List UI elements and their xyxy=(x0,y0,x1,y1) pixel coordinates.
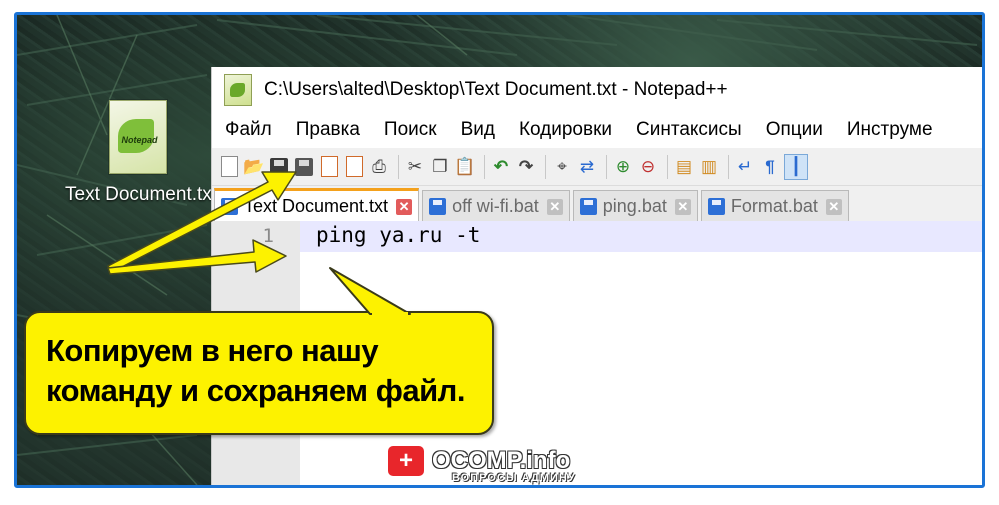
word-wrap-icon[interactable]: ↵ xyxy=(734,155,756,179)
close-all-icon[interactable] xyxy=(343,155,365,179)
file-disk-icon xyxy=(707,198,725,215)
file-disk-icon xyxy=(221,198,238,215)
tab-label: Text Document.txt xyxy=(244,196,389,216)
print-icon[interactable]: ⎙ xyxy=(368,155,390,179)
desktop-file-label: Text Document.txt xyxy=(65,184,218,205)
tab-ping[interactable]: ping.bat ✕ xyxy=(572,190,698,222)
title-bar: C:\Users\alted\Desktop\Text Document.txt… xyxy=(212,67,982,112)
close-tab-icon[interactable]: ✕ xyxy=(396,198,413,215)
watermark-brand: OCOMP.info xyxy=(432,447,571,474)
toolbar-separator xyxy=(667,154,668,179)
menu-settings[interactable]: Опции xyxy=(766,119,823,141)
ocomp-watermark: + OCOMP.info ВОПРОСЫ АДМИНУ xyxy=(388,446,575,484)
menu-encoding[interactable]: Кодировки xyxy=(519,119,612,141)
watermark-subtitle: ВОПРОСЫ АДМИНУ xyxy=(452,472,576,484)
sync-vertical-icon[interactable]: ▤ xyxy=(673,155,695,179)
paste-icon[interactable]: 📋 xyxy=(454,155,476,179)
tab-label: off wi-fi.bat xyxy=(452,196,539,216)
desktop-file-icon[interactable]: Notepad Text Document.txt xyxy=(65,100,218,209)
zoom-in-icon[interactable]: ⊕ xyxy=(612,155,634,179)
code-line[interactable]: ping ya.ru -t xyxy=(316,223,480,247)
cut-icon[interactable]: ✂ xyxy=(404,155,426,179)
tab-label: ping.bat xyxy=(602,196,667,216)
tab-format[interactable]: Format.bat ✕ xyxy=(700,190,849,222)
redo-icon[interactable]: ↷ xyxy=(515,155,537,179)
toolbar-separator xyxy=(398,154,399,179)
zoom-out-icon[interactable]: ⊖ xyxy=(637,155,659,179)
toolbar-separator xyxy=(606,154,607,179)
tab-bar: Text Document.txt ✕ off wi-fi.bat ✕ ping… xyxy=(212,186,982,222)
undo-icon[interactable]: ↶ xyxy=(490,155,512,179)
menu-file[interactable]: Файл xyxy=(225,119,272,141)
menu-search[interactable]: Поиск xyxy=(384,119,437,141)
callout-line-1: Копируем в него нашу xyxy=(46,333,379,368)
instruction-callout: Копируем в него нашу команду и сохраняем… xyxy=(24,311,494,435)
save-all-icon[interactable] xyxy=(293,155,315,179)
menu-bar: Файл Правка Поиск Вид Кодировки Синтакси… xyxy=(212,112,982,148)
tab-text-document[interactable]: Text Document.txt ✕ xyxy=(214,188,420,222)
sync-horizontal-icon[interactable]: ▥ xyxy=(698,155,720,179)
notepadpp-app-icon xyxy=(224,73,252,106)
save-icon[interactable] xyxy=(268,155,290,179)
copy-icon[interactable]: ❐ xyxy=(429,155,451,179)
file-disk-icon xyxy=(429,198,447,215)
first-aid-cross-icon: + xyxy=(388,446,424,476)
menu-language[interactable]: Синтаксисы xyxy=(636,119,742,141)
indent-guide-icon[interactable]: ┃ xyxy=(784,153,808,180)
menu-view[interactable]: Вид xyxy=(461,119,495,141)
find-icon[interactable]: ⌖ xyxy=(551,155,573,179)
menu-tools[interactable]: Инструме xyxy=(847,119,933,141)
replace-icon[interactable]: ⇄ xyxy=(576,155,598,179)
notepadpp-file-icon: Notepad xyxy=(108,100,167,174)
toolbar-separator xyxy=(728,154,729,179)
close-tab-icon[interactable]: ✕ xyxy=(674,198,691,215)
callout-text: Копируем в него нашу команду и сохраняем… xyxy=(46,331,465,411)
menu-edit[interactable]: Правка xyxy=(296,119,360,141)
line-number: 1 xyxy=(262,225,274,247)
file-disk-icon xyxy=(579,198,597,215)
close-tab-icon[interactable]: ✕ xyxy=(546,198,563,215)
close-tab-icon[interactable]: ✕ xyxy=(825,198,842,215)
open-file-icon[interactable]: 📂 xyxy=(243,155,265,179)
toolbar-separator xyxy=(545,154,546,179)
callout-line-2: команду и сохраняем файл. xyxy=(46,373,465,408)
toolbar: 📂 ⎙ ✂ ❐ 📋 ↶ ↷ ⌖ ⇄ ⊕ ⊖ ▤ ▥ ↵ ¶ ┃ xyxy=(212,148,982,186)
tab-off-wifi[interactable]: off wi-fi.bat ✕ xyxy=(422,190,570,222)
close-file-icon[interactable] xyxy=(318,155,340,179)
window-title: C:\Users\alted\Desktop\Text Document.txt… xyxy=(264,78,728,100)
new-file-icon[interactable] xyxy=(218,155,240,179)
toolbar-separator xyxy=(484,154,485,179)
tab-label: Format.bat xyxy=(730,196,818,216)
show-all-chars-icon[interactable]: ¶ xyxy=(759,155,781,179)
